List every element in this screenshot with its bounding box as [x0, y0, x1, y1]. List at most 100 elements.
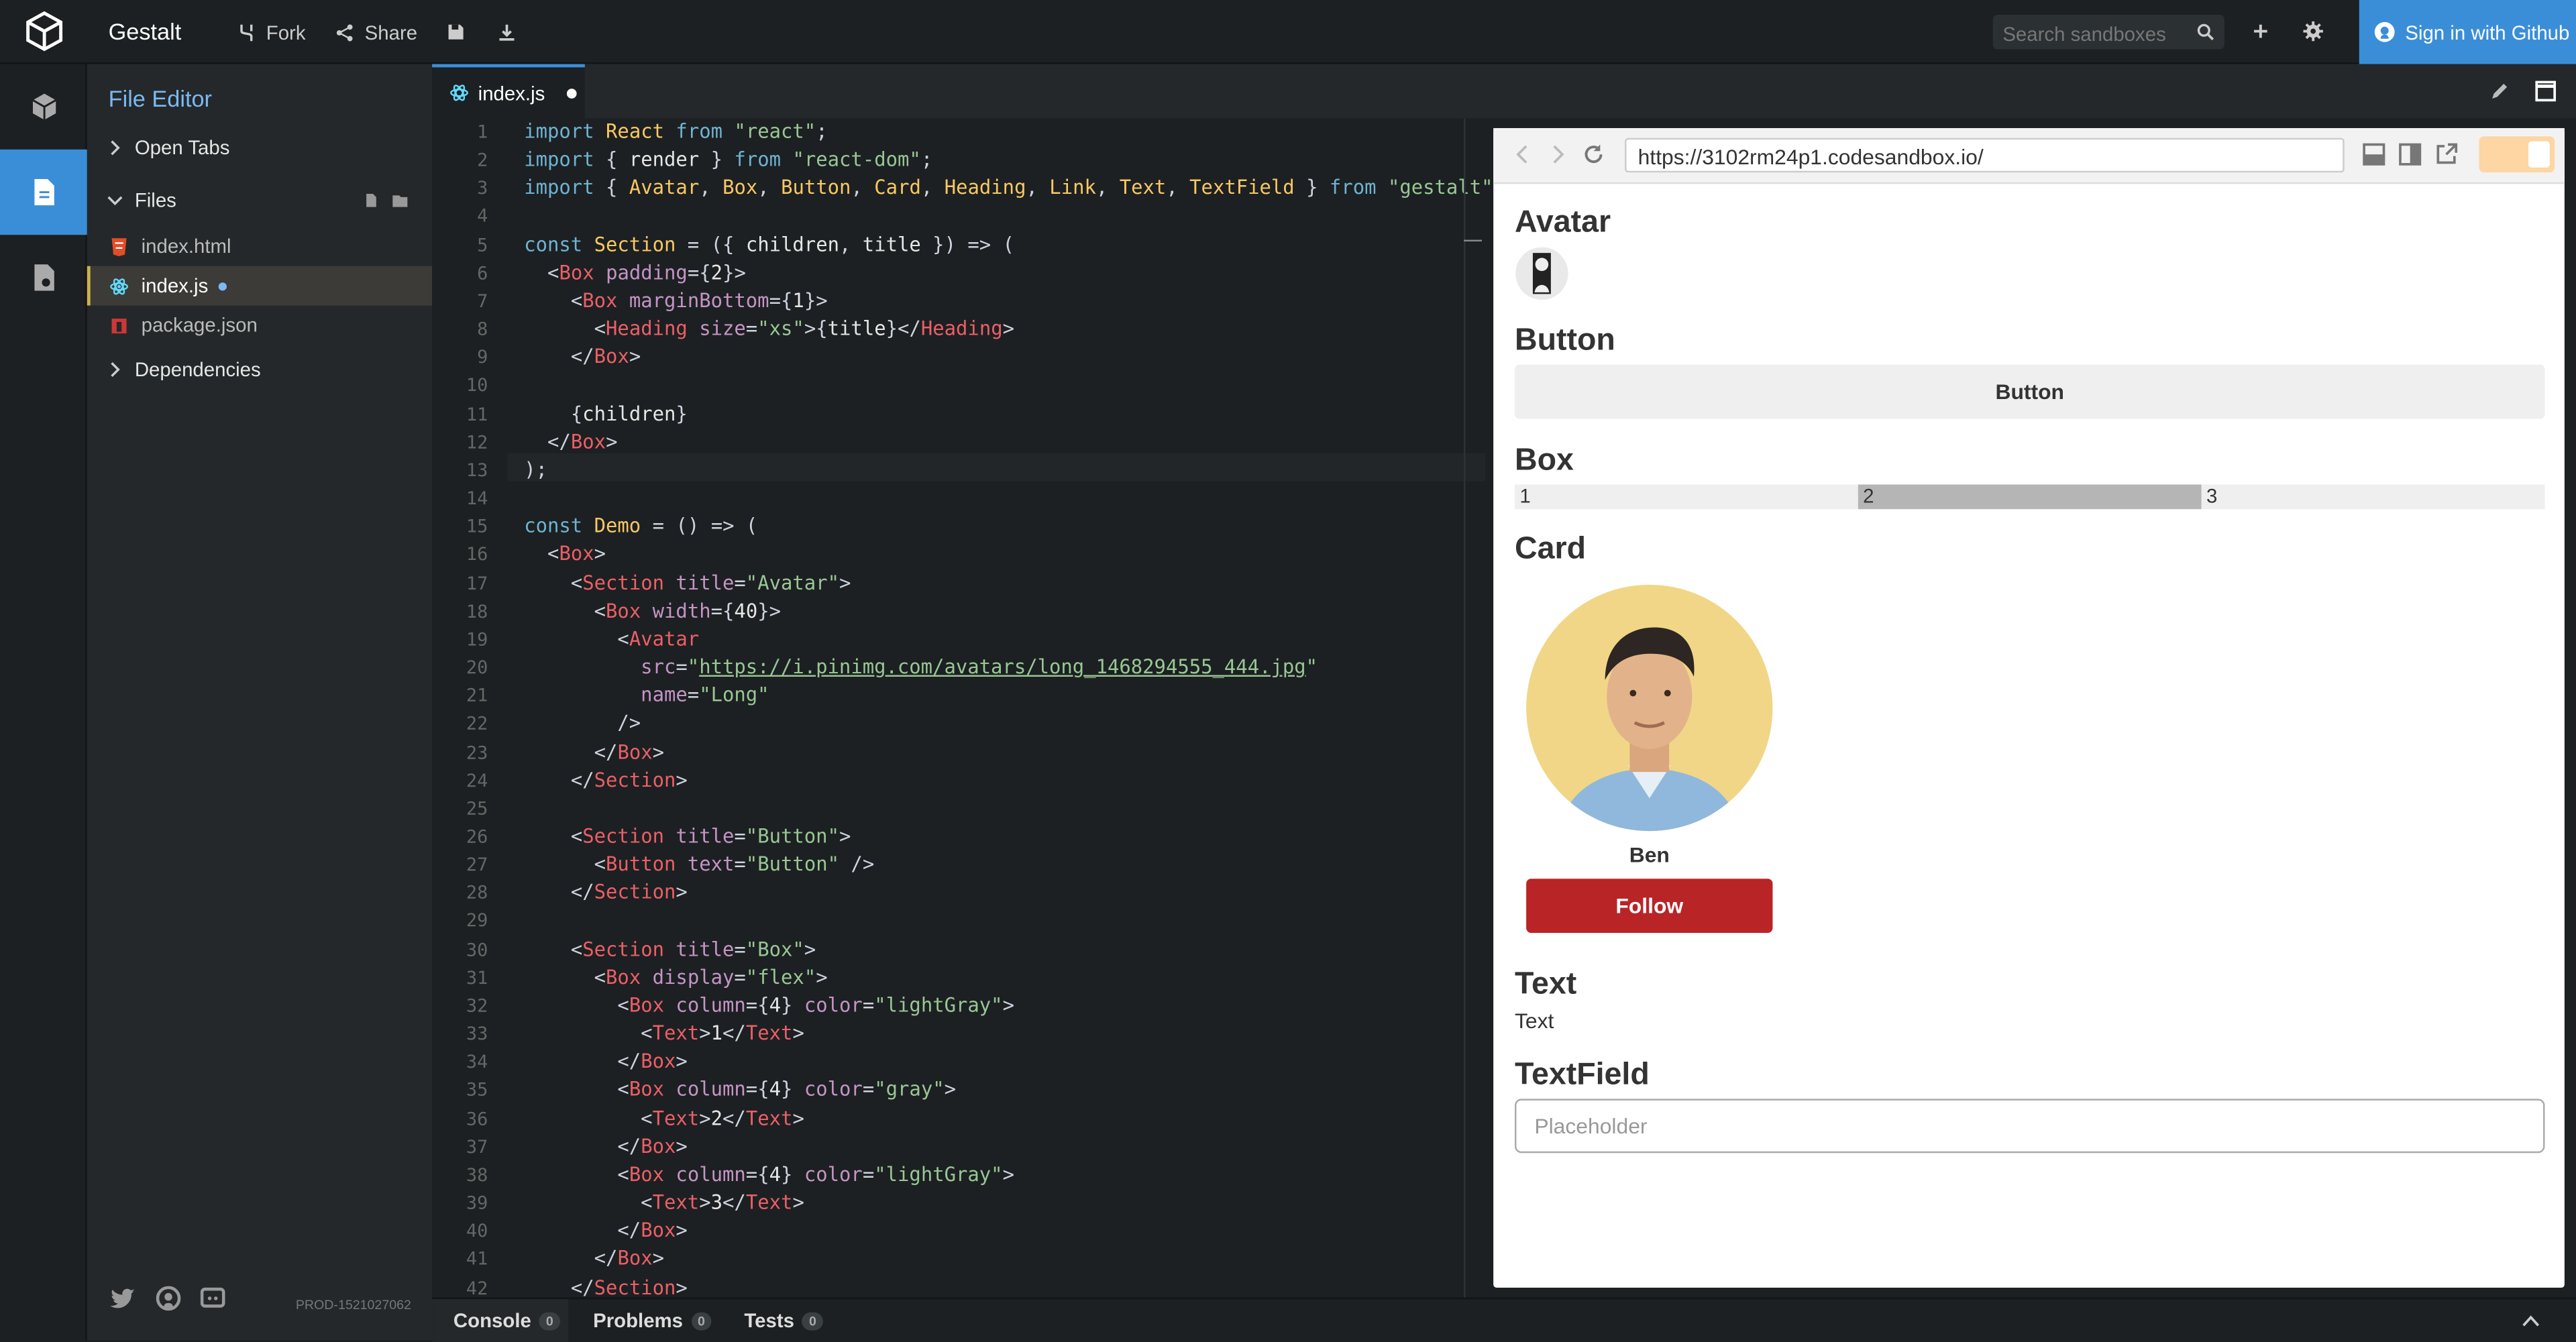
download-icon[interactable]: [498, 23, 516, 41]
textfield-input[interactable]: Placeholder: [1514, 1099, 2545, 1154]
code-line[interactable]: <Section title="Avatar">: [524, 569, 851, 598]
code-line[interactable]: <Box width={40}>: [524, 598, 781, 626]
tab-label: index.js: [478, 81, 545, 105]
code-line[interactable]: <Text>1</Text>: [524, 1020, 804, 1048]
line-number: 39: [466, 1192, 488, 1215]
new-folder-icon[interactable]: [391, 192, 409, 209]
code-line[interactable]: </Section>: [524, 767, 688, 795]
code-line[interactable]: <Box>: [524, 541, 606, 569]
tab-index-js[interactable]: index.js: [432, 64, 585, 119]
tab-console[interactable]: Console 0: [453, 1309, 560, 1332]
line-number: 23: [466, 741, 488, 763]
code-line[interactable]: name="Long": [524, 682, 769, 710]
save-icon[interactable]: [447, 23, 465, 41]
unsaved-dot: [566, 88, 576, 98]
code-line[interactable]: <Text>2</Text>: [524, 1105, 804, 1133]
dependencies-section[interactable]: Dependencies: [87, 350, 432, 390]
line-number: 17: [466, 572, 488, 594]
plus-icon[interactable]: [2249, 19, 2272, 42]
activity-file-editor[interactable]: [0, 149, 87, 235]
code-line[interactable]: src="https://i.pinimg.com/avatars/long_1…: [524, 654, 1318, 682]
open-tabs-section[interactable]: Open Tabs: [87, 128, 432, 168]
demo-button[interactable]: Button: [1514, 364, 2545, 419]
box-heading: Box: [1514, 443, 1574, 478]
discord-icon[interactable]: [200, 1286, 225, 1311]
back-icon[interactable]: [1511, 143, 1534, 166]
code-line[interactable]: );: [524, 457, 547, 485]
code-line[interactable]: <Box marginBottom={1}>: [524, 287, 828, 315]
forward-icon[interactable]: [1546, 143, 1569, 166]
search-placeholder: Search sandboxes: [2002, 23, 2166, 46]
editor-scrollbar-track[interactable]: [1464, 118, 1466, 1298]
scroll-position-marker: [1464, 239, 1482, 242]
code-line[interactable]: {children}: [524, 400, 688, 429]
person-photo-icon: [1559, 627, 1740, 832]
code-line[interactable]: </Box>: [524, 738, 664, 767]
code-line[interactable]: <Box column={4} color="lightGray">: [524, 992, 1014, 1020]
codesandbox-logo-icon[interactable]: [23, 10, 66, 53]
code-line[interactable]: <Avatar: [524, 626, 699, 654]
code-line[interactable]: <Section title="Box">: [524, 936, 816, 964]
code-line[interactable]: <Box display="flex">: [524, 964, 828, 992]
split-horizontal-icon[interactable]: [2363, 143, 2385, 166]
files-section[interactable]: Files: [87, 180, 432, 220]
code-line[interactable]: </Section>: [524, 1274, 688, 1298]
code-line[interactable]: </Box>: [524, 343, 641, 372]
github-icon[interactable]: [156, 1286, 181, 1311]
file-item-package-json[interactable]: package.json: [87, 306, 432, 345]
search-sandboxes-input[interactable]: Search sandboxes: [1992, 15, 2224, 50]
code-line[interactable]: <Section title="Button">: [524, 823, 851, 851]
fork-button[interactable]: Fork: [237, 19, 306, 46]
file-item-index-html[interactable]: index.html: [87, 227, 432, 266]
card-avatar-image: [1526, 584, 1773, 832]
line-number: 19: [466, 628, 488, 651]
split-vertical-icon[interactable]: [2399, 143, 2422, 166]
share-button[interactable]: Share: [335, 19, 418, 46]
code-line[interactable]: import { Avatar, Box, Button, Card, Head…: [524, 174, 1491, 203]
line-number: 38: [466, 1164, 488, 1186]
code-line[interactable]: const Section = ({ children, title }) =>…: [524, 231, 1014, 259]
box-cell-1: 1: [1514, 484, 1858, 510]
chevron-right-icon: [111, 140, 120, 156]
sandbox-title[interactable]: Gestalt: [109, 18, 182, 44]
window-icon[interactable]: [2535, 80, 2557, 102]
code-line[interactable]: import { render } from "react-dom";: [524, 146, 932, 174]
code-line[interactable]: import React from "react";: [524, 118, 827, 146]
code-line[interactable]: <Heading size="xs">{title}</Heading>: [524, 315, 1014, 343]
share-label: Share: [364, 21, 418, 45]
pencil-icon[interactable]: [2489, 80, 2510, 102]
code-line[interactable]: const Demo = () => (: [524, 513, 757, 541]
text-heading: Text: [1514, 967, 1577, 1002]
twitter-icon[interactable]: [110, 1288, 136, 1310]
code-line[interactable]: </Section>: [524, 879, 688, 907]
file-item-index-js[interactable]: index.js: [87, 266, 433, 306]
tab-tests[interactable]: Tests 0: [744, 1309, 823, 1332]
code-line[interactable]: <Box column={4} color="lightGray">: [524, 1161, 1014, 1189]
code-line[interactable]: <Button text="Button" />: [524, 851, 875, 879]
code-line[interactable]: </Box>: [524, 1133, 687, 1161]
code-editor[interactable]: 1 2 3 4 5 6 7 8 9 10 11 12 13 14 15 16 17 18 19 20 21 22 23 24 2…: [432, 118, 1492, 1298]
line-number: 21: [466, 685, 488, 707]
code-line[interactable]: <Box padding={2}>: [524, 259, 746, 287]
tab-problems[interactable]: Problems 0: [593, 1309, 712, 1332]
preview-toggle[interactable]: [2479, 136, 2555, 173]
code-line[interactable]: </Box>: [524, 1245, 664, 1274]
code-line[interactable]: <Text>3</Text>: [524, 1189, 804, 1217]
url-input[interactable]: https://3102rm24p1.codesandbox.io/: [1625, 137, 2345, 173]
tab-label: Console: [453, 1308, 531, 1333]
chevron-up-icon[interactable]: [2522, 1314, 2540, 1327]
activity-deployment[interactable]: [0, 235, 87, 320]
sign-in-github-button[interactable]: Sign in with Github: [2359, 0, 2576, 64]
gear-icon[interactable]: [2302, 19, 2324, 42]
follow-button[interactable]: Follow: [1526, 879, 1773, 934]
code-line[interactable]: </Box>: [524, 1217, 687, 1245]
code-line[interactable]: <Box column={4} color="gray">: [524, 1076, 956, 1105]
new-file-icon[interactable]: [363, 192, 379, 209]
code-line[interactable]: />: [524, 710, 641, 738]
code-line[interactable]: </Box>: [524, 429, 617, 457]
file-name: package.json: [141, 313, 258, 337]
open-new-window-icon[interactable]: [2434, 143, 2458, 166]
activity-sandbox-info[interactable]: [0, 64, 87, 150]
refresh-icon[interactable]: [1582, 143, 1605, 166]
code-line[interactable]: </Box>: [524, 1048, 687, 1076]
